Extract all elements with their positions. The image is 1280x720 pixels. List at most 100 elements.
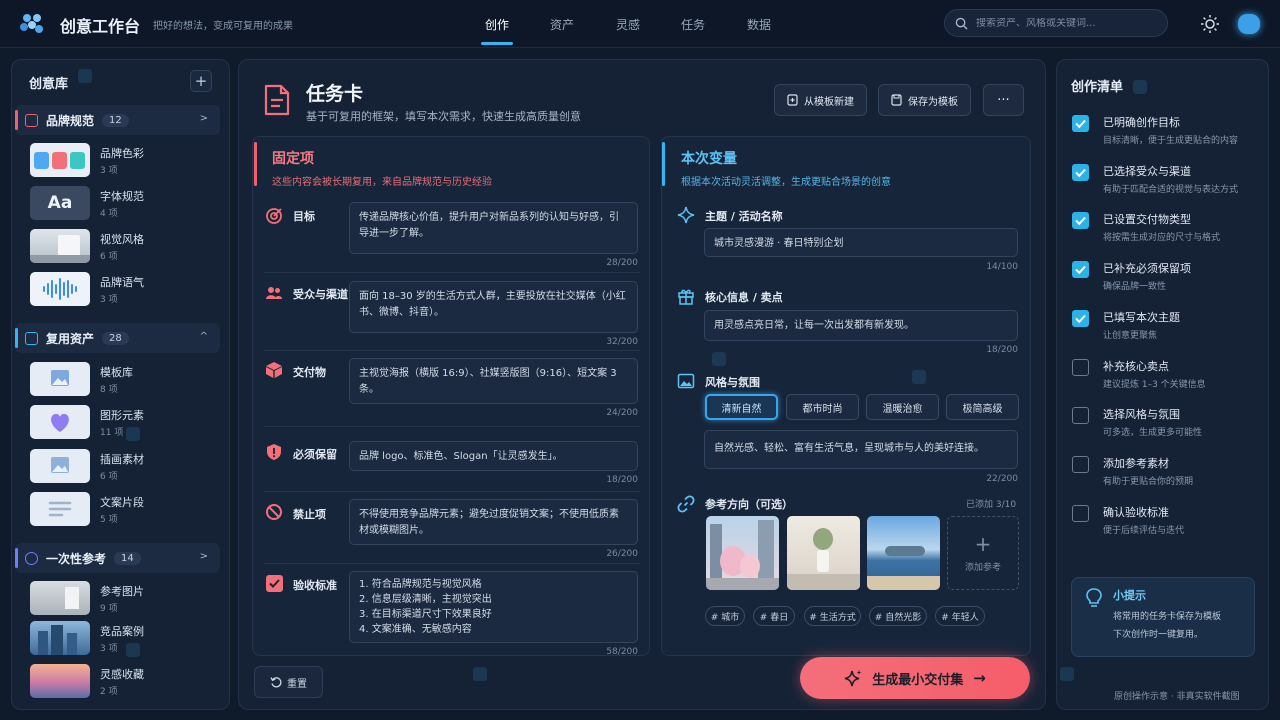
waveform-icon bbox=[30, 272, 90, 306]
row-label: 必须保留 bbox=[293, 448, 337, 461]
tag[interactable]: # 年轻人 bbox=[935, 606, 985, 626]
library-item[interactable]: 图形元素 11 项 bbox=[30, 405, 220, 441]
style-option-fresh[interactable]: 清新自然 bbox=[705, 394, 778, 420]
new-from-template-button[interactable]: 从模板新建 bbox=[774, 84, 867, 116]
checklist-checkbox[interactable] bbox=[1072, 407, 1089, 425]
row-label: 核心信息 / 卖点 bbox=[705, 291, 783, 304]
checklist-checkbox[interactable] bbox=[1072, 455, 1089, 473]
watermark bbox=[473, 667, 487, 681]
section-accent bbox=[662, 142, 665, 186]
char-counter: 26/200 bbox=[606, 549, 638, 559]
checklist-checkbox[interactable] bbox=[1072, 309, 1089, 327]
template-icon bbox=[787, 94, 798, 106]
add-reference-button[interactable]: + 添加参考 bbox=[947, 516, 1019, 590]
char-counter: 18/200 bbox=[606, 475, 638, 485]
library-item[interactable]: 参考图片 9 项 bbox=[30, 581, 220, 617]
checklist-checkbox[interactable] bbox=[1072, 115, 1089, 132]
style-option-warm[interactable]: 温暖治愈 bbox=[866, 394, 939, 420]
checklist-item-title: 确认验收标准 bbox=[1103, 505, 1169, 519]
goal-field[interactable]: 传递品牌核心价值，提升用户对新品系列的认知与好感，引导进一步了解。 bbox=[349, 202, 638, 254]
audience-field[interactable]: 面向 18–30 岁的生活方式人群，主要投放在社交媒体（小红书、微博、抖音）。 bbox=[349, 281, 638, 333]
library-item[interactable]: 品牌语气 3 项 bbox=[30, 272, 220, 308]
row-label: 禁止项 bbox=[293, 508, 326, 521]
library-item[interactable]: 品牌色彩 3 项 bbox=[30, 143, 220, 179]
tag[interactable]: # 春日 bbox=[753, 606, 795, 626]
group-references[interactable]: 一次性参考 14 > bbox=[15, 543, 220, 573]
must-keep-field[interactable]: 品牌 logo、标准色、Slogan「让灵感发生」。 bbox=[349, 441, 638, 471]
tag[interactable]: # 自然光影 bbox=[869, 606, 927, 626]
users-icon bbox=[266, 287, 282, 299]
nav-assets[interactable]: 资产 bbox=[532, 0, 592, 48]
row-label: 受众与渠道 bbox=[293, 288, 348, 301]
char-counter: 22/200 bbox=[986, 474, 1018, 484]
nav-data[interactable]: 数据 bbox=[729, 0, 789, 48]
library-item[interactable]: 灵感收藏 2 项 bbox=[30, 664, 220, 700]
reset-icon bbox=[270, 677, 282, 688]
library-title: 创意库 bbox=[29, 77, 69, 92]
more-button[interactable]: ··· bbox=[983, 84, 1024, 116]
tag[interactable]: # 生活方式 bbox=[804, 606, 861, 626]
add-library-button[interactable]: + bbox=[190, 70, 212, 92]
acceptance-field[interactable]: 1. 符合品牌规范与视觉风格 2. 信息层级清晰，主视觉突出 3. 在目标渠道尺… bbox=[349, 571, 638, 643]
generate-button[interactable]: 生成最小交付集 → bbox=[800, 657, 1030, 699]
watermark bbox=[1060, 667, 1074, 681]
checklist-item-title: 已设置交付物类型 bbox=[1103, 213, 1191, 227]
library-item[interactable]: 竞品案例 3 项 bbox=[30, 621, 220, 657]
checklist-item-desc: 可多选，生成更多可能性 bbox=[1103, 428, 1203, 439]
check-icon bbox=[1075, 168, 1086, 177]
target-icon bbox=[266, 208, 282, 224]
chevron-up-icon[interactable]: ^ bbox=[200, 331, 208, 342]
criteria-item: 2. 信息层级清晰，主视觉突出 bbox=[359, 594, 492, 605]
reset-button[interactable]: 重置 bbox=[254, 666, 323, 698]
library-item[interactable]: 文案片段 5 项 bbox=[30, 492, 220, 528]
tag[interactable]: # 城市 bbox=[705, 606, 745, 626]
theme-toggle[interactable] bbox=[1238, 14, 1260, 34]
checklist-title: 创作清单 bbox=[1071, 80, 1124, 95]
forbidden-field[interactable]: 不得使用竞争品牌元素；避免过度促销文案；不使用低质素材或模糊图片。 bbox=[349, 499, 638, 545]
reference-image-city[interactable] bbox=[706, 516, 779, 590]
style-option-urban[interactable]: 都市时尚 bbox=[786, 394, 859, 420]
reference-image-seaside[interactable] bbox=[867, 516, 940, 590]
checklist-item-desc: 将按需生成对应的尺寸与格式 bbox=[1103, 233, 1221, 244]
theme-input[interactable]: 城市灵感漫游 · 春日特别企划 bbox=[704, 228, 1018, 257]
save-as-template-button[interactable]: 保存为模板 bbox=[878, 84, 971, 116]
criteria-item: 3. 在目标渠道尺寸下效果良好 bbox=[359, 609, 492, 620]
checklist-checkbox[interactable] bbox=[1072, 358, 1089, 376]
watermark bbox=[1133, 80, 1147, 94]
group-assets[interactable]: 复用资产 28 ^ bbox=[15, 323, 220, 353]
row-label: 主题 / 活动名称 bbox=[705, 210, 783, 223]
style-option-minimal[interactable]: 极简高级 bbox=[946, 394, 1019, 420]
checklist-checkbox[interactable] bbox=[1072, 212, 1089, 230]
char-counter: 32/200 bbox=[606, 337, 638, 347]
reference-image-interior[interactable] bbox=[787, 516, 860, 590]
char-counter: 14/100 bbox=[986, 262, 1018, 272]
nav-inspiration[interactable]: 灵感 bbox=[598, 0, 658, 48]
text-lines-icon bbox=[30, 492, 90, 526]
checklist-checkbox[interactable] bbox=[1072, 261, 1089, 279]
chevron-right-icon[interactable]: > bbox=[200, 113, 208, 124]
checklist-checkbox[interactable] bbox=[1072, 504, 1089, 522]
deliverables-field[interactable]: 主视觉海报（横版 16:9）、社媒竖版图（9:16）、短文案 3 条。 bbox=[349, 358, 638, 404]
chevron-right-icon[interactable]: > bbox=[200, 551, 208, 562]
color-swatch-thumb bbox=[30, 143, 90, 177]
char-counter: 28/200 bbox=[606, 258, 638, 268]
search-box[interactable] bbox=[944, 9, 1168, 37]
arrow-right-icon: → bbox=[973, 669, 986, 687]
library-item[interactable]: 插画素材 6 项 bbox=[30, 449, 220, 485]
checklist-item-title: 补充核心卖点 bbox=[1103, 359, 1169, 373]
library-item[interactable]: 模板库 8 项 bbox=[30, 362, 220, 398]
nav-tasks[interactable]: 任务 bbox=[663, 0, 723, 48]
search-input[interactable] bbox=[976, 17, 1156, 29]
fixed-subtitle: 这些内容会被长期复用，来自品牌规范与历史经验 bbox=[272, 177, 492, 188]
style-desc-input[interactable]: 自然光感、轻松、富有生活气息，呈现城市与人的美好连接。 bbox=[704, 430, 1018, 469]
nav-create[interactable]: 创作 bbox=[467, 0, 527, 48]
library-item[interactable]: Aa 字体规范 4 项 bbox=[30, 186, 220, 222]
library-item[interactable]: 视觉风格 6 项 bbox=[30, 229, 220, 265]
checklist-item-desc: 让创意更聚焦 bbox=[1103, 330, 1158, 341]
sun-icon[interactable] bbox=[1200, 14, 1220, 34]
checklist-item-desc: 便于后续评估与迭代 bbox=[1103, 525, 1185, 536]
core-message-input[interactable]: 用灵感点亮日常，让每一次出发都有新发现。 bbox=[704, 310, 1018, 341]
checklist-checkbox[interactable] bbox=[1072, 163, 1089, 181]
group-brand[interactable]: 品牌规范 12 > bbox=[15, 105, 220, 135]
checkbox-icon bbox=[266, 575, 283, 592]
